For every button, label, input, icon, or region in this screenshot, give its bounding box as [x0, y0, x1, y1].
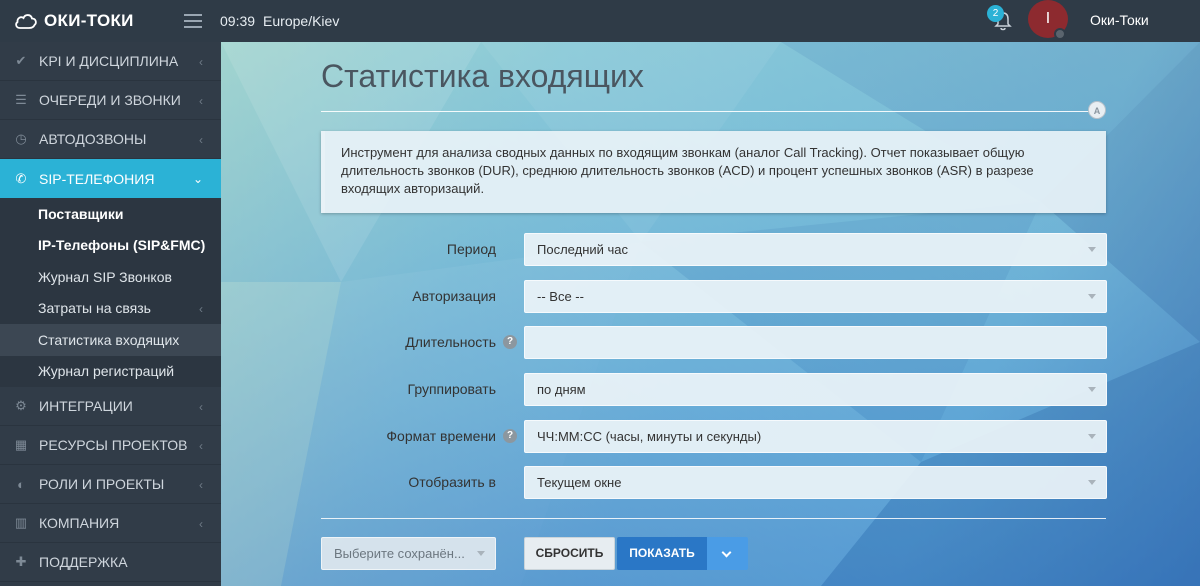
sidebar-item-company[interactable]: ▥ КОМПАНИЯ ‹: [0, 504, 221, 543]
sidebar-subitem-sip-log[interactable]: Журнал SIP Звонков: [0, 261, 221, 293]
chevron-down-icon: [721, 547, 732, 558]
caret-down-icon: [477, 551, 485, 556]
chevron-left-icon: ‹: [199, 301, 203, 316]
chevron-down-icon: ⌄: [192, 172, 203, 186]
group-label: Группировать: [407, 381, 496, 397]
notification-badge: 2: [987, 5, 1004, 22]
help-icon[interactable]: ?: [503, 335, 517, 349]
time-format-value: ЧЧ:ММ:СС (часы, минуты и секунды): [537, 429, 762, 444]
bar-chart-icon: ▥: [14, 515, 28, 530]
period-value: Последний час: [537, 242, 629, 257]
chevron-left-icon: ‹: [199, 94, 203, 108]
sidebar-item-resources[interactable]: ▦ РЕСУРСЫ ПРОЕКТОВ ‹: [0, 426, 221, 465]
toggle-icon: ◐: [17, 476, 25, 492]
duration-input[interactable]: [524, 326, 1107, 359]
help-icon[interactable]: ?: [503, 429, 517, 443]
auth-label: Авторизация: [412, 288, 496, 304]
auth-select[interactable]: -- Все --: [524, 280, 1107, 313]
chevron-left-icon: ‹: [199, 478, 203, 492]
time-format-label: Формат времени: [386, 428, 496, 444]
menu-toggle-icon[interactable]: [184, 14, 202, 28]
chevron-left-icon: ‹: [199, 517, 203, 531]
list-icon: ☰: [15, 92, 27, 107]
show-in-label: Отобразить в: [408, 474, 496, 490]
check-icon: ✔: [15, 53, 27, 68]
info-description: Инструмент для анализа сводных данных по…: [321, 131, 1106, 213]
form-row-group: Группировать по дням: [321, 373, 1107, 406]
top-bar: ОКИ-ТОКИ 09:39 Europe/Kiev: [0, 0, 1200, 42]
saved-reports-placeholder: Выберите сохранён...: [334, 546, 465, 561]
sidebar-subitem-ip-phones[interactable]: IP-Телефоны (SIP&FMC): [0, 230, 221, 262]
chevron-left-icon: ‹: [199, 133, 203, 147]
caret-down-icon: [1088, 387, 1096, 392]
show-button[interactable]: ПОКАЗАТЬ: [617, 537, 707, 570]
sidebar-item-label: АВТОДОЗВОНЫ: [39, 131, 147, 147]
show-options-button[interactable]: [707, 537, 748, 570]
sidebar-item-sip[interactable]: ✆ SIP-ТЕЛЕФОНИЯ ⌄: [0, 159, 221, 198]
sidebar-item-support[interactable]: ✚ ПОДДЕРЖКА: [0, 543, 221, 582]
sidebar-subitem-label: Затраты на связь: [38, 300, 151, 317]
group-value: по дням: [537, 382, 586, 397]
sidebar: ✔ KPI И ДИСЦИПЛИНА ‹ ☰ ОЧЕРЕДИ И ЗВОНКИ …: [0, 42, 221, 586]
show-in-value: Текущем окне: [537, 475, 622, 490]
clock-icon: ◷: [15, 131, 27, 146]
sidebar-item-label: КОМПАНИЯ: [39, 515, 120, 531]
caret-down-icon: [1088, 294, 1096, 299]
phone-icon: ✆: [15, 170, 27, 186]
time-format-select[interactable]: ЧЧ:ММ:СС (часы, минуты и секунды): [524, 420, 1107, 453]
group-select[interactable]: по дням: [524, 373, 1107, 406]
sidebar-item-label: ПОДДЕРЖКА: [39, 554, 128, 570]
sidebar-item-label: ОЧЕРЕДИ И ЗВОНКИ: [39, 92, 181, 108]
form-row-auth: Авторизация -- Все --: [321, 280, 1107, 313]
caret-down-icon: [1088, 247, 1096, 252]
sidebar-item-roles[interactable]: ◐ РОЛИ И ПРОЕКТЫ ‹: [0, 465, 221, 504]
sidebar-item-queues[interactable]: ☰ ОЧЕРЕДИ И ЗВОНКИ ‹: [0, 81, 221, 120]
auth-value: -- Все --: [537, 289, 584, 304]
brand-name: ОКИ-ТОКИ: [44, 11, 134, 30]
main-content: Статистика входящих A Инструмент для ана…: [221, 42, 1200, 586]
sidebar-item-label: KPI И ДИСЦИПЛИНА: [39, 53, 179, 69]
form-row-time-format: Формат времени ? ЧЧ:ММ:СС (часы, минуты …: [321, 420, 1107, 453]
clock: 09:39: [220, 13, 256, 29]
sidebar-item-kpi[interactable]: ✔ KPI И ДИСЦИПЛИНА ‹: [0, 42, 221, 81]
background-pattern: [221, 42, 1200, 586]
chevron-left-icon: ‹: [199, 400, 203, 414]
chevron-left-icon: ‹: [199, 55, 203, 69]
saved-reports-select[interactable]: Выберите сохранён...: [321, 537, 496, 570]
form-divider: [321, 518, 1106, 519]
sidebar-subitem-costs[interactable]: Затраты на связь ‹: [0, 293, 221, 325]
sidebar-item-label: ИНТЕГРАЦИИ: [39, 398, 133, 414]
form-row-duration: Длительность ?: [321, 326, 1107, 359]
caret-down-icon: [1088, 480, 1096, 485]
title-divider: [321, 111, 1096, 112]
duration-label: Длительность: [405, 334, 496, 350]
caret-down-icon: [1088, 434, 1096, 439]
chevron-left-icon: ‹: [199, 439, 203, 453]
cloud-logo-icon: [15, 14, 37, 29]
sidebar-item-label: РЕСУРСЫ ПРОЕКТОВ: [39, 437, 188, 453]
username[interactable]: Оки-Токи: [1090, 12, 1149, 28]
sidebar-subitem-incoming-stats[interactable]: Статистика входящих: [0, 324, 221, 356]
sidebar-item-label: РОЛИ И ПРОЕКТЫ: [39, 476, 165, 492]
form-row-period: Период Последний час: [321, 233, 1107, 266]
sip-submenu: Поставщики IP-Телефоны (SIP&FMC) Журнал …: [0, 198, 221, 387]
period-label: Период: [446, 241, 496, 257]
timezone: Europe/Kiev: [263, 13, 340, 29]
sidebar-subitem-registration-log[interactable]: Журнал регистраций: [0, 356, 221, 388]
page-title: Статистика входящих: [321, 58, 644, 94]
grid-icon: ▦: [14, 437, 28, 452]
status-dot-icon: [1054, 28, 1066, 40]
form-row-show-in: Отобразить в Текущем окне: [321, 466, 1107, 499]
reset-button[interactable]: СБРОСИТЬ: [524, 537, 615, 570]
gears-icon: ⚙: [15, 398, 27, 413]
sidebar-item-integrations[interactable]: ⚙ ИНТЕГРАЦИИ ‹: [0, 387, 221, 426]
autoload-marker-icon[interactable]: A: [1088, 101, 1106, 119]
period-select[interactable]: Последний час: [524, 233, 1107, 266]
show-in-select[interactable]: Текущем окне: [524, 466, 1107, 499]
sidebar-item-label: SIP-ТЕЛЕФОНИЯ: [39, 170, 155, 187]
support-icon: ✚: [15, 554, 27, 569]
sidebar-item-autodial[interactable]: ◷ АВТОДОЗВОНЫ ‹: [0, 120, 221, 159]
sidebar-subitem-providers[interactable]: Поставщики: [0, 198, 221, 230]
